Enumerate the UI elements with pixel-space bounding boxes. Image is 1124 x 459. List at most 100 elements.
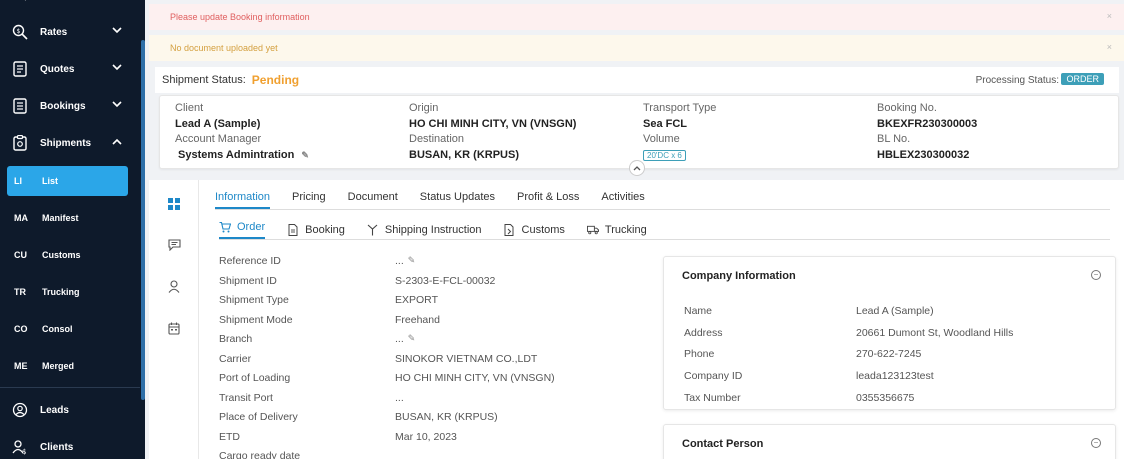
subtab-order[interactable]: Order — [219, 220, 266, 239]
chevron-down-icon[interactable] — [112, 62, 122, 74]
field-value: EXPORT — [395, 294, 438, 306]
sidebar-item-leads[interactable]: Leads — [0, 395, 140, 425]
subtab-trucking[interactable]: Trucking — [586, 220, 647, 239]
origin-value: HO CHI MINH CITY, VN (VNSGN) — [409, 117, 577, 130]
chevron-up-icon[interactable] — [112, 136, 122, 148]
company-information-card: Company Information − Name Lead A (Sampl… — [663, 256, 1116, 410]
sidebar-subitem-consol[interactable]: CO Consol — [0, 314, 140, 344]
shipment-status-label: Shipment Status: — [162, 74, 246, 86]
collapse-card-icon[interactable]: − — [1091, 438, 1101, 448]
leads-icon — [10, 400, 30, 420]
company-value: 270-622-7245 — [856, 348, 922, 360]
tab-document[interactable]: Document — [348, 188, 398, 209]
company-label: Company ID — [684, 370, 743, 382]
shipment-detail-panel: Information Pricing Document Status Upda… — [149, 180, 1124, 459]
sidebar-subitem-manifest[interactable]: MA Manifest — [0, 203, 140, 233]
sidebar-item-label: Clients — [40, 441, 74, 453]
tab-profit-loss[interactable]: Profit & Loss — [517, 188, 579, 209]
card-title: Contact Person — [682, 438, 764, 450]
sidebar-item-quotes[interactable]: Quotes — [0, 54, 140, 84]
subtab-customs[interactable]: Customs — [504, 220, 565, 239]
sidebar-subitem-list[interactable]: LI List — [7, 166, 128, 196]
field-label: Cargo ready date — [219, 450, 301, 459]
field-value: SINOKOR VIETNAM CO.,LDT — [395, 352, 538, 365]
edit-pencil-icon[interactable]: ✎ — [408, 255, 416, 275]
booking-doc-icon — [287, 223, 299, 236]
subtab-shipping-instruction[interactable]: Shipping Instruction — [367, 220, 482, 239]
edit-pencil-icon[interactable]: ✎ — [301, 150, 309, 161]
main-content: Please update Booking information × No d… — [145, 0, 1124, 459]
sidebar-item-shipments[interactable]: Shipments — [0, 128, 140, 158]
alert-no-document: No document uploaded yet × — [149, 35, 1124, 61]
summary-transport-column: Transport Type Sea FCL Volume 20'DC x 6 — [643, 102, 716, 164]
field-label: ETD — [219, 430, 240, 443]
processing-status-badge: ORDER — [1061, 73, 1104, 85]
volume-badge: 20'DC x 6 — [643, 149, 686, 161]
shipment-summary: Client Lead A (Sample) Account Manager S… — [159, 95, 1119, 176]
chevron-down-icon[interactable] — [112, 25, 122, 37]
vertical-tabs — [149, 180, 199, 459]
destination-value: BUSAN, KR (KRPUS) — [409, 148, 519, 161]
sidebar-item-bookings[interactable]: Bookings — [0, 91, 140, 121]
transport-type-label: Transport Type — [643, 102, 717, 114]
tab-information[interactable]: Information — [215, 188, 271, 209]
tab-status-updates[interactable]: Status Updates — [420, 188, 495, 209]
grid-view-icon[interactable] — [167, 197, 181, 211]
sidebar-item-label: Leads — [40, 404, 69, 416]
sidebar-subitem-merged[interactable]: ME Merged — [0, 351, 140, 381]
field-row-shipment-id: Shipment ID S-2303-E-FCL-00032 — [219, 275, 639, 295]
subitem-abbr: MA — [14, 213, 28, 223]
subtab-booking[interactable]: Booking — [287, 220, 345, 239]
collapse-summary-button[interactable] — [629, 160, 645, 176]
tab-activities[interactable]: Activities — [601, 188, 644, 209]
calendar-icon[interactable] — [167, 321, 181, 335]
collapse-card-icon[interactable]: − — [1091, 270, 1101, 280]
summary-numbers-column: Booking No. BKEXFR230300003 BL No. HBLEX… — [877, 102, 977, 164]
field-row-port-of-loading: Port of Loading HO CHI MINH CITY, VN (VN… — [219, 372, 639, 392]
chevron-down-icon[interactable] — [112, 99, 122, 111]
sidebar-item-rates[interactable]: $ Rates — [0, 17, 140, 47]
tab-pricing[interactable]: Pricing — [292, 188, 326, 209]
field-value: ... — [395, 391, 404, 404]
subitem-abbr: TR — [14, 287, 26, 297]
sidebar-item-clients[interactable]: $ Clients — [0, 432, 140, 459]
summary-route-column: Origin HO CHI MINH CITY, VN (VNSGN) Dest… — [409, 102, 576, 164]
client-value: Lead A (Sample) — [175, 117, 261, 130]
close-icon[interactable]: × — [1107, 42, 1112, 52]
company-label: Phone — [684, 348, 715, 360]
company-value: Lead A (Sample) — [856, 305, 934, 317]
quotes-document-icon — [10, 59, 30, 79]
alert-text: No document uploaded yet — [170, 43, 278, 53]
booking-no-label: Booking No. — [877, 102, 937, 114]
field-row-shipment-mode: Shipment Mode Freehand — [219, 314, 639, 334]
edit-pencil-icon[interactable]: ✎ — [408, 333, 416, 353]
company-value: 20661 Dumont St, Woodland Hills — [856, 327, 1014, 339]
subitem-label: List — [42, 176, 59, 186]
client-label: Client — [175, 102, 204, 114]
truck-icon — [586, 224, 599, 236]
subitem-label: Manifest — [42, 213, 79, 223]
sidebar-subitem-trucking[interactable]: TR Trucking — [0, 277, 140, 307]
svg-text:$: $ — [17, 28, 21, 35]
subitem-label: Trucking — [42, 287, 80, 297]
user-icon[interactable] — [167, 279, 181, 293]
field-label: Shipment ID — [219, 274, 277, 287]
company-row-company-id: Company ID leada123123test — [684, 370, 934, 382]
field-label: Transit Port — [219, 391, 273, 404]
field-value: ... — [395, 255, 404, 267]
field-row-reference-id: Reference ID ... ✎ — [219, 255, 639, 275]
destination-label: Destination — [409, 133, 465, 145]
subtab-label: Customs — [521, 223, 565, 236]
close-icon[interactable]: × — [1107, 11, 1112, 21]
summary-client-column: Client Lead A (Sample) Account Manager S… — [175, 102, 309, 164]
bl-no-value: HBLEX230300032 — [877, 148, 970, 161]
field-value: BUSAN, KR (KRPUS) — [395, 411, 498, 423]
sidebar-subitem-customs[interactable]: CU Customs — [0, 240, 140, 270]
subitem-abbr: ME — [14, 361, 28, 371]
instruction-icon — [367, 224, 379, 236]
chat-icon[interactable] — [167, 238, 181, 252]
company-value: 0355356675 — [856, 392, 915, 404]
subitem-abbr: CO — [14, 324, 28, 334]
svg-text:$: $ — [22, 448, 26, 455]
field-label: Shipment Mode — [219, 313, 293, 326]
